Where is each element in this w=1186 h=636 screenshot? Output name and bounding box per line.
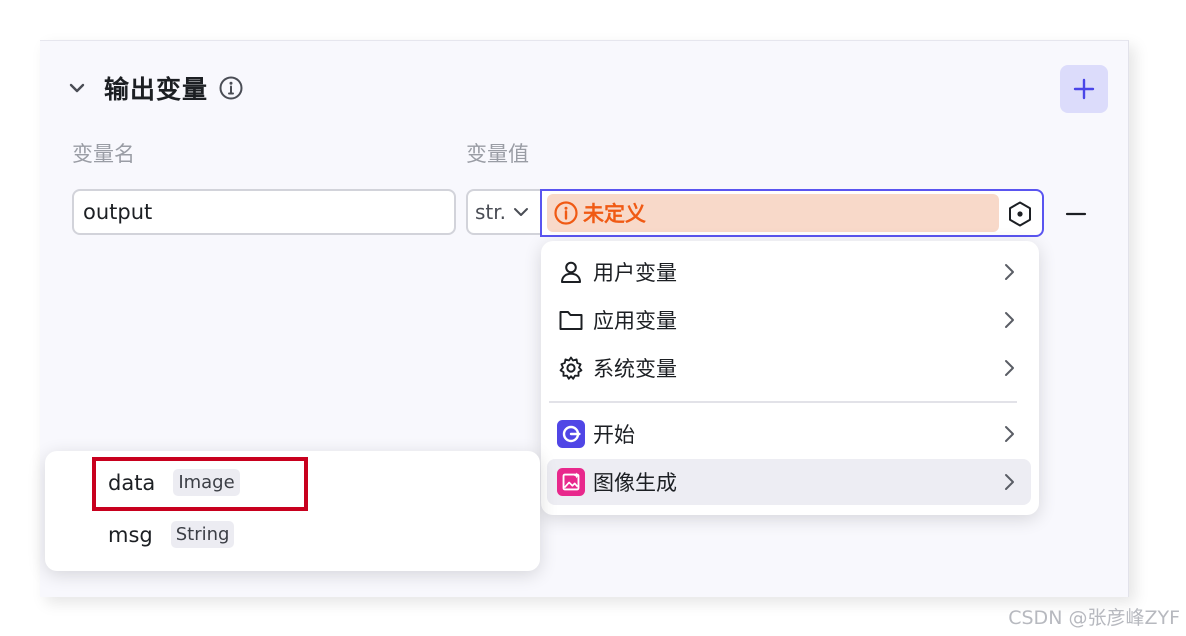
gear-icon: [557, 354, 585, 382]
chevron-right-icon: [1005, 474, 1014, 490]
variable-picker-icon[interactable]: [1006, 200, 1034, 228]
watermark: CSDN @张彦峰ZYF: [1008, 607, 1180, 629]
image-gen-node-icon: [557, 468, 585, 496]
variable-value-column-label: 变量值: [466, 142, 529, 166]
section-title: 输出变量: [104, 75, 209, 104]
section-header: 输出变量: [66, 68, 244, 108]
menu-item-label: 用户变量: [593, 261, 677, 285]
start-node-icon: [557, 420, 585, 448]
minus-icon: [1065, 212, 1087, 216]
menu-item-user-variables[interactable]: 用户变量: [547, 249, 1031, 295]
chevron-right-icon: [1005, 312, 1014, 328]
undefined-status-text: 未定义: [583, 202, 646, 226]
variable-value-field[interactable]: 未定义: [540, 189, 1044, 237]
menu-divider: [549, 401, 1017, 403]
variable-name-value: output: [83, 200, 153, 224]
menu-item-system-variables[interactable]: 系统变量: [547, 345, 1031, 391]
menu-item-image-generation-node[interactable]: 图像生成: [547, 459, 1031, 505]
chevron-right-icon: [1005, 426, 1014, 442]
info-icon[interactable]: [218, 75, 244, 101]
plus-icon: [1073, 78, 1095, 100]
menu-item-app-variables[interactable]: 应用变量: [547, 297, 1031, 343]
menu-item-label: 系统变量: [593, 357, 677, 381]
menu-item-label: 应用变量: [593, 309, 677, 333]
variable-type-select[interactable]: str.: [466, 189, 542, 235]
chevron-right-icon: [1005, 360, 1014, 376]
annotation-highlight-box: [92, 457, 308, 511]
warning-info-icon: [554, 201, 578, 225]
user-icon: [557, 258, 585, 286]
variable-source-dropdown: 用户变量 应用变量 系统变量 开始 图像生成: [541, 241, 1039, 515]
variable-name-column-label: 变量名: [72, 142, 135, 166]
add-variable-button[interactable]: [1060, 65, 1108, 113]
undefined-status-tag: 未定义: [547, 194, 999, 232]
chevron-down-icon[interactable]: [66, 77, 88, 99]
menu-item-label: 开始: [593, 423, 635, 447]
menu-item-start-node[interactable]: 开始: [547, 411, 1031, 457]
remove-variable-button[interactable]: [1062, 200, 1090, 228]
chevron-right-icon: [1005, 264, 1014, 280]
variable-name-input[interactable]: output: [72, 189, 456, 235]
menu-item-label: 图像生成: [593, 471, 677, 495]
variable-type-value: str.: [475, 200, 507, 224]
folder-icon: [557, 306, 585, 334]
output-name: msg: [108, 522, 153, 547]
output-item-msg[interactable]: msg String: [108, 521, 235, 548]
chevron-down-icon: [514, 208, 529, 216]
output-type-badge: String: [170, 521, 235, 548]
